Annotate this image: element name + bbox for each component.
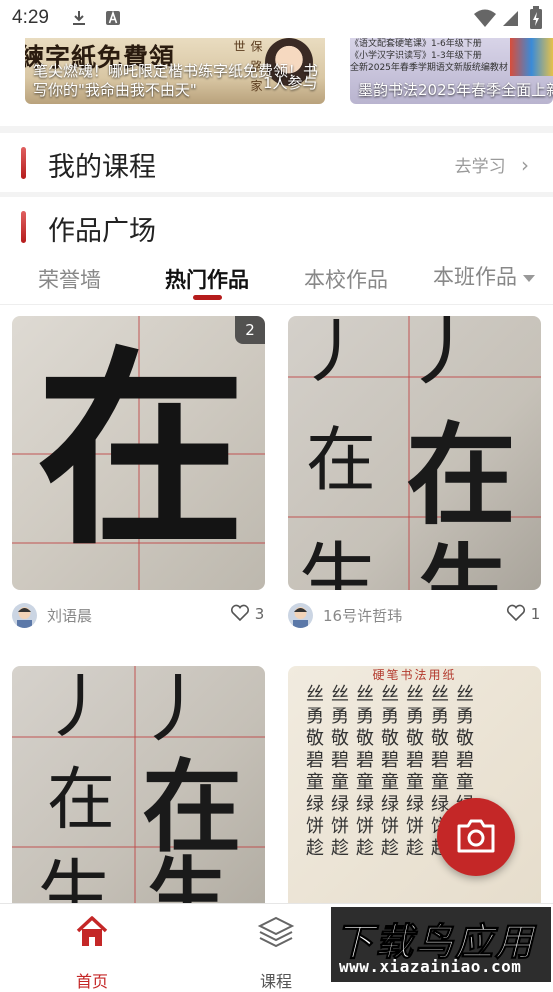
go-learn-link[interactable]: 去学习 ›	[455, 152, 529, 177]
nav-home[interactable]: 首页	[52, 912, 132, 991]
author-name: 16号许哲玮	[323, 607, 403, 625]
tab-school-works[interactable]: 本校作品	[304, 264, 388, 294]
banner-card-1[interactable]: 練字紙免費領 保 路 家 世 笔尖燃魂！哪吒限定楷书练字纸免费领！书写你的"我命…	[25, 38, 325, 104]
calligraphy-glyph: 生	[37, 851, 113, 906]
calligraphy-glyph: 丿	[298, 316, 368, 393]
handwriting-row: 丝丝丝丝丝丝丝	[306, 684, 481, 705]
work-card-image[interactable]: 丿 丿 在 在 生 生	[288, 316, 541, 590]
like-count: 3	[254, 605, 265, 623]
banner-book-list: 《语文配套硬笔课》1-6年级下册 《小学汉字识读写》1-3年级下册 全新2025…	[350, 38, 508, 74]
banner-line: 《语文配套硬笔课》1-6年级下册	[350, 39, 482, 49]
handwriting-row: 勇勇勇勇勇勇勇	[306, 706, 481, 727]
divider	[0, 192, 553, 197]
calligraphy-glyph: 在	[47, 761, 116, 840]
banner-card-2[interactable]: 《语文配套硬笔课》1-6年级下册 《小学汉字识读写》1-3年级下册 全新2025…	[350, 38, 553, 104]
image-count-badge: 2	[235, 316, 265, 344]
camera-button[interactable]	[437, 798, 515, 876]
watermark-logo: 下载鸟应用 www.xiazainiao.com	[331, 907, 551, 982]
active-tab-indicator	[193, 295, 222, 300]
home-icon	[76, 916, 108, 946]
layers-icon	[257, 916, 295, 948]
wifi-icon	[474, 9, 496, 27]
tab-class-works[interactable]: 本班作品	[433, 261, 535, 291]
paper-title: 硬笔书法用纸	[372, 668, 457, 682]
go-learn-label: 去学习	[454, 157, 506, 177]
works-square-header: 作品广场	[0, 199, 553, 255]
handwriting-row: 碧碧碧碧碧碧碧	[306, 750, 481, 771]
my-courses-title: 我的课程	[48, 152, 156, 183]
banner-line: 《小学汉字识读写》1-3年级下册	[350, 51, 482, 61]
like-button[interactable]: 3	[230, 604, 264, 623]
work-author-row[interactable]: 16号许哲玮 1	[288, 601, 541, 631]
nav-home-label: 首页	[75, 972, 108, 991]
heart-icon	[506, 604, 526, 622]
chevron-right-icon: ›	[521, 153, 529, 177]
download-icon	[73, 11, 85, 25]
status-bar: 4:29	[0, 0, 553, 38]
my-courses-header[interactable]: 我的课程 去学习 ›	[0, 135, 553, 191]
works-tabs: 荣誉墙 热门作品 本校作品 本班作品	[0, 255, 553, 305]
calligraphy-glyph: 生	[147, 849, 227, 906]
caret-down-icon	[523, 274, 535, 282]
works-square-title: 作品广场	[48, 216, 156, 247]
heart-icon	[230, 604, 250, 622]
battery-icon	[530, 6, 542, 29]
section-accent-bar	[21, 147, 26, 179]
section-accent-bar	[21, 211, 26, 243]
work-card-image[interactable]: 丿 丿 在 在 生 生	[12, 666, 265, 906]
tab-hot-works[interactable]: 热门作品	[165, 264, 249, 294]
calligraphy-glyph: 丿	[42, 666, 112, 748]
calligraphy-glyph: 生	[418, 535, 508, 590]
handwriting-row: 敬敬敬敬敬敬敬	[306, 728, 481, 749]
banner-participants: 1人参与	[263, 74, 318, 92]
grid-line	[134, 666, 136, 906]
tab-honor-wall[interactable]: 荣誉墙	[38, 264, 101, 294]
author-name: 刘语晨	[47, 607, 93, 625]
handwriting-row: 童童童童童童童	[306, 772, 481, 793]
watermark-url: www.xiazainiao.com	[339, 957, 522, 976]
signal-icon	[503, 11, 518, 26]
avatar	[288, 603, 313, 628]
font-a-icon	[106, 10, 120, 25]
camera-icon	[457, 819, 495, 853]
calligraphy-glyph: 在	[36, 327, 247, 574]
tab-class-works-label: 本班作品	[433, 265, 517, 289]
like-count: 1	[530, 605, 541, 623]
work-author-row[interactable]: 刘语晨 3	[12, 601, 265, 631]
work-card-image[interactable]: 在 2	[12, 316, 265, 590]
calligraphy-glyph: 生	[298, 534, 378, 590]
nav-courses-label: 课程	[259, 972, 292, 991]
divider	[0, 126, 553, 133]
banner-line: 全新2025年春季学期语文新版统编教材	[350, 63, 508, 73]
nav-courses[interactable]: 课程	[236, 912, 316, 991]
banner-book-covers	[510, 38, 553, 76]
calligraphy-glyph: 在	[306, 419, 376, 501]
like-button[interactable]: 1	[506, 604, 540, 623]
avatar	[12, 603, 37, 628]
banner-caption-2: 墨韵书法2025年春季全面上新	[358, 81, 553, 99]
status-time: 4:29	[12, 7, 49, 28]
